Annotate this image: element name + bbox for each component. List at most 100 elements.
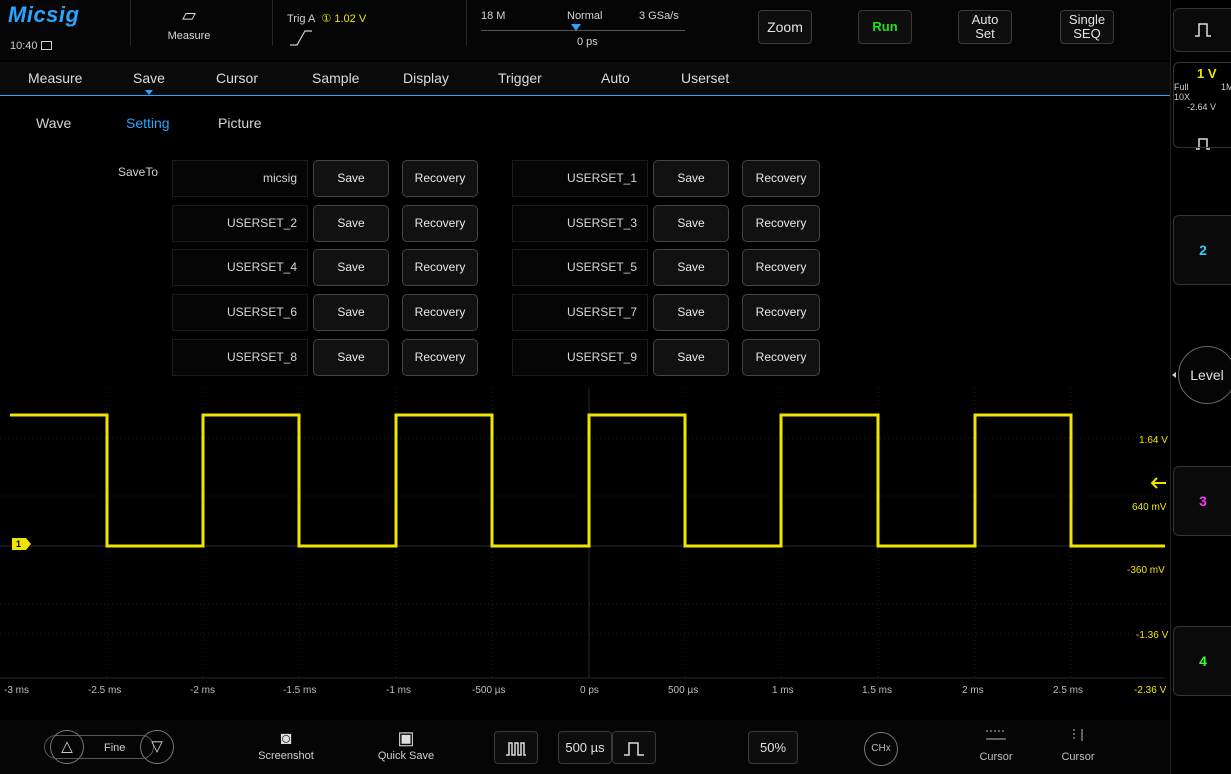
recovery-button[interactable]: Recovery [402, 339, 478, 376]
time-label: 1.5 ms [862, 685, 893, 696]
slot-name-field[interactable]: USERSET_7 [512, 294, 648, 331]
channel2-button[interactable]: 2 [1173, 215, 1231, 285]
save-button[interactable]: Save [653, 294, 729, 331]
recovery-button[interactable]: Recovery [402, 205, 478, 242]
channel1-box [1173, 62, 1231, 148]
recovery-button[interactable]: Recovery [742, 339, 820, 376]
recovery-button[interactable]: Recovery [742, 249, 820, 286]
auto-set-line2: Set [975, 26, 995, 41]
trigger-info[interactable]: Trig A ① 1.02 V [287, 12, 366, 25]
single-line2: SEQ [1073, 26, 1101, 41]
screenshot-button[interactable]: ◙ Screenshot [246, 726, 326, 762]
run-stop-button[interactable]: Run [858, 10, 912, 44]
measure-button[interactable]: ⏥ Measure [160, 4, 218, 44]
menu-item-userset[interactable]: Userset [681, 70, 729, 86]
slot-name-field[interactable]: USERSET_6 [172, 294, 308, 331]
floppy-disk-icon: ▣ [397, 728, 415, 748]
save-button[interactable]: Save [313, 294, 389, 331]
slot-name-field[interactable]: USERSET_8 [172, 339, 308, 376]
vertical-cursor-button[interactable]: Cursor [1048, 728, 1108, 763]
time-label: 0 ps [580, 685, 599, 696]
slot-name-field[interactable]: USERSET_1 [512, 160, 648, 197]
recovery-button[interactable]: Recovery [402, 294, 478, 331]
channel1-marker-icon[interactable] [12, 538, 31, 550]
timeline-bar [481, 30, 685, 31]
slot-name-field[interactable]: USERSET_5 [512, 249, 648, 286]
recovery-button[interactable]: Recovery [402, 160, 478, 197]
menu-item-auto[interactable]: Auto [601, 70, 630, 86]
horizontal-cursor-label: Cursor [979, 751, 1013, 763]
save-button[interactable]: Save [313, 205, 389, 242]
menu-item-measure[interactable]: Measure [28, 70, 82, 86]
trigger-level: ① 1.02 V [321, 13, 367, 25]
time-label: -1.5 ms [283, 685, 317, 696]
auto-set-button[interactable]: Auto Set [958, 10, 1012, 44]
trigger-position-percent-button[interactable]: 50% [748, 731, 798, 764]
up-arrow-button[interactable]: △ [50, 730, 84, 764]
clock: 10:40 [10, 40, 52, 52]
edge-trigger-icon [1195, 23, 1211, 37]
save-button[interactable]: Save [653, 160, 729, 197]
tab-picture[interactable]: Picture [218, 115, 262, 131]
menu-item-save[interactable]: Save [133, 70, 165, 86]
divider [466, 0, 467, 46]
measure-label: Measure [167, 30, 211, 42]
horizontal-cursor-button[interactable]: Cursor [966, 728, 1026, 763]
quick-save-button[interactable]: ▣ Quick Save [366, 726, 446, 762]
menu-item-display[interactable]: Display [403, 70, 449, 86]
save-button[interactable]: Save [313, 339, 389, 376]
memory-depth: 18 M [481, 10, 506, 22]
save-button[interactable]: Save [653, 249, 729, 286]
slot-name-field[interactable]: USERSET_2 [172, 205, 308, 242]
horizontal-position-indicator[interactable]: 18 M Normal 3 GSa/s 0 ps [475, 6, 685, 48]
channel1-marker-label: 1 [16, 539, 22, 549]
sub-menu: Wave Setting Picture [0, 97, 1170, 147]
recovery-button[interactable]: Recovery [402, 249, 478, 286]
measure-icon: ⏥ [182, 5, 196, 25]
timebase-decrease-button[interactable] [494, 731, 538, 764]
trigger-position-marker [571, 24, 581, 31]
recovery-button[interactable]: Recovery [742, 294, 820, 331]
top-status-bar: Micsig 10:40 ⏥ Measure Trig A ① 1.02 V 1… [0, 0, 1170, 60]
vertical-cursor-label: Cursor [1061, 751, 1095, 763]
time-label: 1 ms [772, 685, 794, 696]
slot-name-field[interactable]: USERSET_9 [512, 339, 648, 376]
channel3-button[interactable]: 3 [1173, 466, 1231, 536]
trigger-delay: 0 ps [577, 36, 598, 48]
trigger-type-button[interactable] [1173, 8, 1231, 52]
waveform-display[interactable]: 1 1.64 V 640 mV -360 mV -1.36 V -2.36 V … [0, 388, 1170, 708]
menu-item-trigger[interactable]: Trigger [498, 70, 542, 86]
timebase-value[interactable]: 500 µs [558, 731, 612, 764]
recovery-button[interactable]: Recovery [742, 160, 820, 197]
slot-name-field[interactable]: USERSET_3 [512, 205, 648, 242]
menu-item-cursor[interactable]: Cursor [216, 70, 258, 86]
tab-setting[interactable]: Setting [126, 115, 170, 131]
tab-wave[interactable]: Wave [36, 115, 71, 131]
slot-name-field[interactable]: USERSET_4 [172, 249, 308, 286]
time-label: -500 µs [472, 685, 506, 696]
channel4-label: 4 [1199, 653, 1207, 669]
slot-name-field[interactable]: micsig [172, 160, 308, 197]
fine-toggle[interactable]: Fine [104, 742, 125, 754]
vertical-cursor-icon [1073, 729, 1083, 741]
clock-time: 10:40 [10, 40, 38, 52]
recovery-button[interactable]: Recovery [742, 205, 820, 242]
save-button[interactable]: Save [313, 249, 389, 286]
save-button[interactable]: Save [653, 339, 729, 376]
level-knob-button[interactable]: Level [1178, 346, 1231, 404]
menu-item-sample[interactable]: Sample [312, 70, 359, 86]
single-seq-button[interactable]: Single SEQ [1060, 10, 1114, 44]
down-arrow-button[interactable]: ▽ [140, 730, 174, 764]
volt-label: -360 mV [1127, 565, 1165, 576]
slow-pulse-icon [624, 741, 644, 756]
divider [130, 0, 131, 46]
channel4-button[interactable]: 4 [1173, 626, 1231, 696]
time-label: -2 ms [190, 685, 215, 696]
volt-label: -1.36 V [1136, 630, 1169, 641]
channel-select-button[interactable]: CHx [864, 732, 898, 766]
zoom-button[interactable]: Zoom [758, 10, 812, 44]
timebase-increase-button[interactable] [612, 731, 656, 764]
trigger-level-arrow-icon[interactable] [1150, 477, 1166, 489]
save-button[interactable]: Save [313, 160, 389, 197]
save-button[interactable]: Save [653, 205, 729, 242]
